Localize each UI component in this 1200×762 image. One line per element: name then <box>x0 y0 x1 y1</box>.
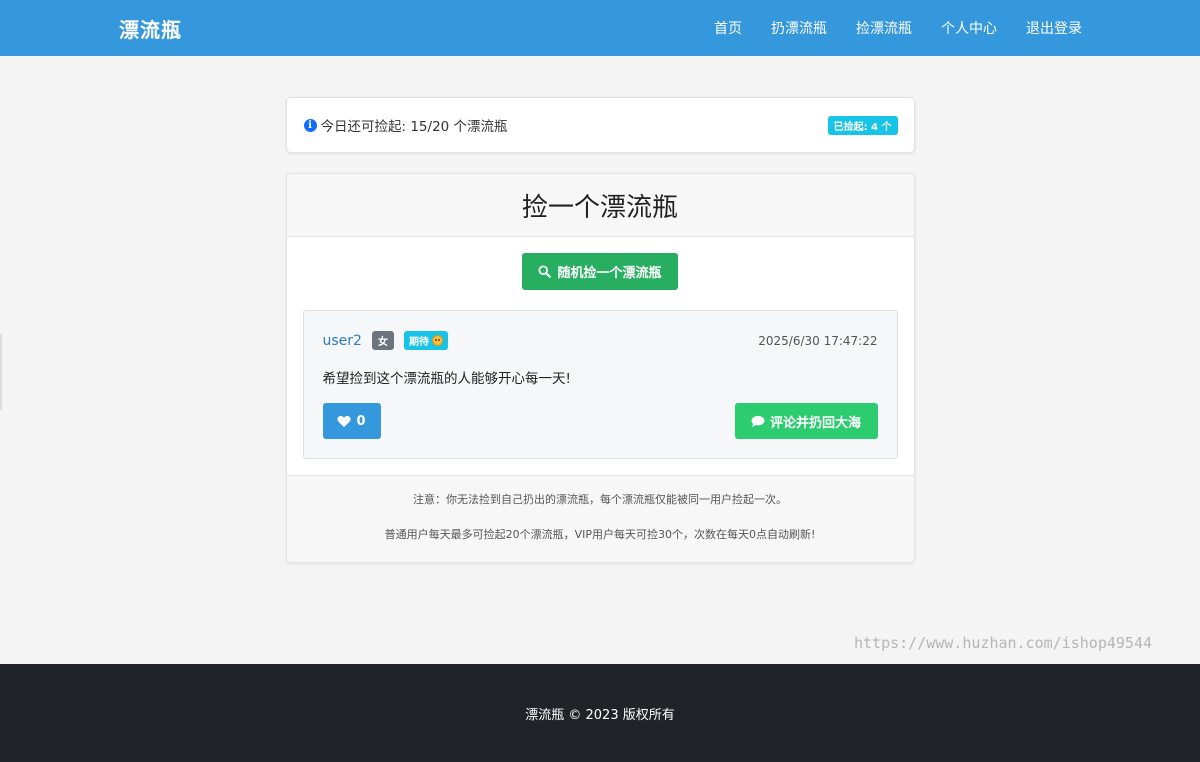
comment-button-label: 评论并扔回大海 <box>769 415 861 431</box>
bottle-username[interactable]: user2 <box>323 333 362 349</box>
brand-logo[interactable]: 漂流瓶 <box>119 14 182 43</box>
quota-text: 今日还可捡起: 15/20 个漂流瓶 <box>320 119 508 135</box>
page-footer: 漂流瓶 © 2023 版权所有 <box>0 664 1200 762</box>
gender-badge: 女 <box>371 331 394 350</box>
nav-link-home[interactable]: 首页 <box>714 18 742 38</box>
pick-bottle-card: 捡一个漂流瓶 随机捡一个漂流瓶 user2 女 期待 2025/6/30 17:… <box>285 173 915 563</box>
main-container: i 今日还可捡起: 15/20 个漂流瓶 已捡起: 4 个 捡一个漂流瓶 随机捡… <box>285 56 915 563</box>
star-struck-face-icon <box>431 335 443 346</box>
random-pick-button[interactable]: 随机捡一个漂流瓶 <box>522 253 678 290</box>
card-header: 捡一个漂流瓶 <box>286 174 914 237</box>
like-button[interactable]: 0 <box>322 403 381 439</box>
bottle-content: 希望捡到这个漂流瓶的人能够开心每一天! <box>322 371 571 387</box>
comment-and-return-button[interactable]: 评论并扔回大海 <box>734 403 878 439</box>
nav-link-pick-bottle[interactable]: 捡漂流瓶 <box>856 18 912 38</box>
card-footer: 注意：你无法捡到自己扔出的漂流瓶，每个漂流瓶仅能被同一用户捡起一次。 普通用户每… <box>286 475 914 562</box>
bottle-timestamp: 2025/6/30 17:47:22 <box>758 333 878 348</box>
nav-links: 首页 扔漂流瓶 捡漂流瓶 个人中心 退出登录 <box>685 18 1082 38</box>
picked-count-badge: 已捡起: 4 个 <box>827 115 898 135</box>
heart-icon <box>337 415 352 427</box>
bottle-header: user2 女 期待 2025/6/30 17:47:22 <box>323 331 878 350</box>
copyright-text: 漂流瓶 © 2023 版权所有 <box>525 707 675 723</box>
comment-icon <box>751 415 765 427</box>
like-count: 0 <box>356 413 366 429</box>
nav-link-throw-bottle[interactable]: 扔漂流瓶 <box>771 18 827 38</box>
random-pick-label: 随机捡一个漂流瓶 <box>557 266 662 281</box>
bottle-actions: 0 评论并扔回大海 <box>322 403 878 439</box>
info-circle-icon: i <box>303 118 317 132</box>
side-edge-tab <box>0 334 2 410</box>
watermark: https://www.huzhan.com/ishop49544 <box>853 634 1152 652</box>
pick-row: 随机捡一个漂流瓶 <box>303 253 898 290</box>
notice-text: 注意：你无法捡到自己扔出的漂流瓶，每个漂流瓶仅能被同一用户捡起一次。 <box>413 493 787 506</box>
limit-text: 普通用户每天最多可捡起20个漂流瓶，VIP用户每天可捡30个，次数在每天0点自动… <box>384 528 816 541</box>
bottle-user-info: user2 女 期待 <box>323 331 448 350</box>
quota-info: i 今日还可捡起: 15/20 个漂流瓶 <box>303 115 508 135</box>
nav-link-profile[interactable]: 个人中心 <box>941 18 997 38</box>
page-title: 捡一个漂流瓶 <box>521 192 678 223</box>
top-navbar: 漂流瓶 首页 扔漂流瓶 捡漂流瓶 个人中心 退出登录 <box>0 0 1200 56</box>
nav-link-logout[interactable]: 退出登录 <box>1026 18 1082 38</box>
quota-alert: i 今日还可捡起: 15/20 个漂流瓶 已捡起: 4 个 <box>285 97 915 153</box>
bottle-item: user2 女 期待 2025/6/30 17:47:22 希望捡到这个漂流瓶的… <box>302 310 898 459</box>
card-body: 随机捡一个漂流瓶 user2 女 期待 2025/6/30 17:47:22 希… <box>287 237 914 475</box>
search-icon <box>538 265 552 278</box>
mood-badge: 期待 <box>403 331 448 350</box>
mood-label: 期待 <box>408 337 429 348</box>
